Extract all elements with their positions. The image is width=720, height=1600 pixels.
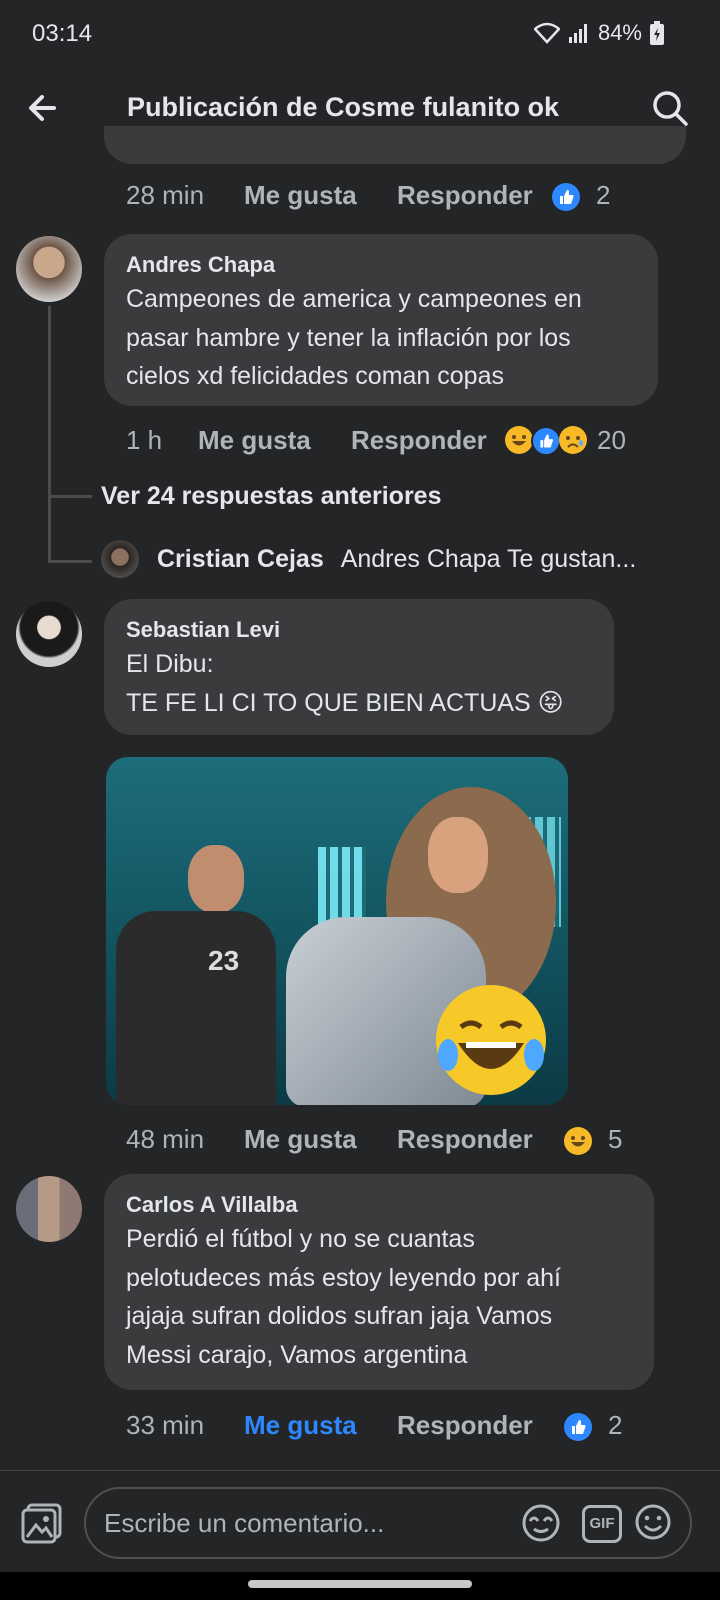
reply-button[interactable]: Responder bbox=[397, 1124, 533, 1155]
comment-author[interactable]: Sebastian Levi bbox=[126, 617, 280, 643]
status-bar: 03:14 84% bbox=[0, 0, 720, 68]
avatar[interactable] bbox=[16, 601, 82, 667]
jersey-number: 23 bbox=[208, 945, 240, 976]
goalkeeper-figure: 23 bbox=[106, 845, 276, 1105]
comment-time: 48 min bbox=[126, 1124, 205, 1154]
search-icon[interactable] bbox=[650, 88, 690, 128]
view-previous-replies[interactable]: Ver 24 respuestas anteriores bbox=[101, 482, 441, 511]
emoji-icon[interactable] bbox=[634, 1503, 672, 1541]
reaction-count[interactable]: 2 bbox=[608, 1410, 622, 1441]
photo-gallery-icon[interactable] bbox=[20, 1501, 64, 1545]
comment-bubble: Sebastian Levi El Dibu: TE FE LI CI TO Q… bbox=[104, 599, 614, 735]
thread-line bbox=[48, 306, 51, 562]
like-button[interactable]: Me gusta bbox=[244, 1124, 357, 1155]
comment-time: 28 min bbox=[126, 180, 205, 210]
comment-meta: 33 min Me gusta Responder bbox=[126, 1410, 533, 1441]
reply-author[interactable]: Cristian Cejas bbox=[157, 545, 324, 573]
comment-input-wrapper: GIF bbox=[84, 1487, 692, 1559]
comment-composer: GIF bbox=[0, 1470, 720, 1573]
comment-meta: 1 h Me gusta Responder bbox=[126, 425, 487, 456]
like-reaction-icon bbox=[564, 1413, 592, 1441]
head bbox=[188, 845, 244, 913]
comment-image[interactable]: 23 bbox=[106, 757, 568, 1105]
comment-text: Perdió el fútbol y no se cuantas pelotud… bbox=[126, 1220, 561, 1374]
avatar[interactable] bbox=[101, 540, 139, 578]
comment-bubble: Andres Chapa Campeones de america y camp… bbox=[104, 234, 658, 406]
haha-reaction-icon bbox=[564, 1127, 592, 1155]
comment-meta: 28 min Me gusta Responder bbox=[126, 180, 533, 211]
comment-bubble-truncated bbox=[104, 126, 686, 164]
thread-branch bbox=[48, 560, 92, 563]
comment-text: El Dibu: TE FE LI CI TO QUE BIEN ACTUAS … bbox=[126, 645, 564, 722]
reply-button[interactable]: Responder bbox=[397, 1410, 533, 1441]
reply-snippet: Andres Chapa Te gustan... bbox=[340, 545, 637, 573]
comment-line: Perdió el fútbol y no se cuantas bbox=[126, 1225, 475, 1253]
comment-line: Messi carajo, Vamos argentina bbox=[126, 1340, 468, 1369]
comment-line: pelotudeces más estoy leyendo por ahí bbox=[126, 1263, 561, 1292]
signal-icon bbox=[568, 24, 587, 43]
thread-branch bbox=[48, 495, 92, 498]
like-button[interactable]: Me gusta bbox=[244, 180, 357, 211]
reply-preview[interactable]: Cristian Cejas Andres Chapa Te gustan... bbox=[157, 545, 636, 574]
battery-icon bbox=[650, 21, 664, 45]
crying-laughing-emoji bbox=[436, 985, 546, 1095]
comment-line: TE FE LI CI TO QUE BIEN ACTUAS 😝 bbox=[126, 688, 564, 717]
face bbox=[428, 817, 488, 893]
comment-input[interactable] bbox=[102, 1505, 506, 1541]
comment-line: pasar hambre y tener la inflación por lo… bbox=[126, 323, 571, 352]
reply-button[interactable]: Responder bbox=[351, 425, 487, 456]
comment-line: El Dibu: bbox=[126, 650, 214, 678]
sad-reaction-icon bbox=[559, 426, 587, 454]
avatar[interactable] bbox=[16, 1176, 82, 1242]
like-reaction-icon bbox=[531, 426, 561, 456]
avatar[interactable] bbox=[16, 236, 82, 302]
comment-text: Campeones de america y campeones en pasa… bbox=[126, 280, 582, 396]
like-button[interactable]: Me gusta bbox=[198, 425, 311, 456]
reaction-count[interactable]: 20 bbox=[597, 425, 626, 456]
page-title: Publicación de Cosme fulanito ok bbox=[127, 92, 560, 122]
wifi-icon bbox=[533, 22, 560, 44]
battery-percent: 84% bbox=[597, 20, 642, 45]
comment-author[interactable]: Carlos A Villalba bbox=[126, 1192, 298, 1218]
comment-meta: 48 min Me gusta Responder bbox=[126, 1124, 533, 1155]
avatar-sticker-icon[interactable] bbox=[520, 1503, 562, 1543]
system-nav-bar bbox=[0, 1572, 720, 1600]
reaction-count[interactable]: 2 bbox=[596, 180, 610, 211]
comment-time: 33 min bbox=[126, 1410, 205, 1440]
gif-icon[interactable]: GIF bbox=[582, 1505, 622, 1543]
comment-line: Campeones de america y campeones en bbox=[126, 285, 582, 313]
reaction-stack[interactable] bbox=[505, 426, 591, 456]
reaction-count[interactable]: 5 bbox=[608, 1124, 622, 1155]
home-gesture-handle[interactable] bbox=[248, 1580, 472, 1588]
haha-reaction-icon bbox=[505, 426, 533, 454]
comment-time: 1 h bbox=[126, 425, 163, 455]
like-reaction-icon bbox=[552, 183, 580, 211]
like-button-active[interactable]: Me gusta bbox=[244, 1410, 357, 1441]
reply-button[interactable]: Responder bbox=[397, 180, 533, 211]
back-arrow-icon[interactable] bbox=[24, 88, 64, 128]
status-icons: 84% bbox=[533, 20, 664, 46]
status-time: 03:14 bbox=[32, 20, 93, 47]
comment-line: cielos xd felicidades coman copas bbox=[126, 362, 504, 390]
comment-author[interactable]: Andres Chapa bbox=[126, 252, 275, 278]
comment-line: jajaja sufran dolidos sufran jaja Vamos bbox=[126, 1302, 553, 1330]
jersey: 23 bbox=[116, 911, 276, 1105]
comment-bubble: Carlos A Villalba Perdió el fútbol y no … bbox=[104, 1174, 654, 1390]
